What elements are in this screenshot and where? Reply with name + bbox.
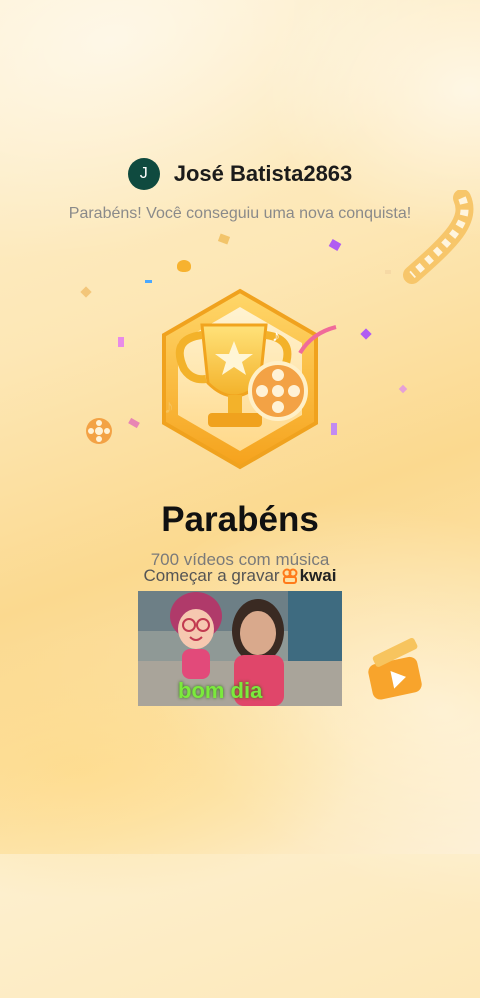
confetti-piece bbox=[217, 233, 231, 245]
kwai-brand-text: kwai bbox=[299, 566, 337, 585]
film-strip-icon bbox=[403, 190, 474, 284]
kwai-icon bbox=[282, 568, 298, 584]
kwai-logo: kwai bbox=[282, 566, 337, 586]
avatar[interactable]: J bbox=[127, 158, 160, 190]
confetti-piece bbox=[360, 328, 372, 340]
confetti-piece bbox=[128, 417, 140, 429]
achievement-title: Parabéns bbox=[161, 500, 319, 539]
start-recording-link[interactable]: Começar a gravar kwai bbox=[0, 566, 480, 586]
confetti-piece bbox=[177, 260, 191, 272]
username: José Batista2863 bbox=[173, 161, 353, 186]
confetti-piece bbox=[118, 337, 124, 347]
start-recording-label: Começar a gravar bbox=[143, 566, 280, 585]
video-thumbnail[interactable]: bom dia bbox=[138, 591, 342, 706]
clapperboard-icon bbox=[368, 638, 422, 700]
confetti-piece bbox=[328, 239, 342, 251]
confetti-piece bbox=[385, 270, 391, 274]
svg-text:♪: ♪ bbox=[272, 328, 280, 345]
confetti-piece bbox=[80, 286, 92, 298]
achievement-badge-icon: ♪ ♪ bbox=[162, 288, 337, 470]
confetti-piece bbox=[398, 384, 408, 394]
film-reel-icon bbox=[86, 418, 112, 444]
thumbnail-caption: bom dia bbox=[178, 678, 263, 703]
svg-text:♪: ♪ bbox=[164, 396, 174, 418]
user-header: J José Batista2863 bbox=[0, 158, 480, 190]
